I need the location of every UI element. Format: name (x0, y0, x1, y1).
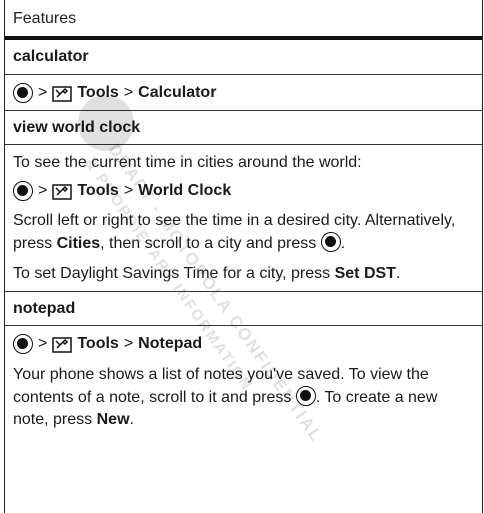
section-notepad-title: notepad (5, 291, 482, 326)
notepad-paragraph: Your phone shows a list of notes you've … (13, 364, 474, 431)
center-select-key-icon (13, 181, 33, 201)
tools-icon (52, 184, 73, 200)
nav-tools-label: Tools (77, 182, 119, 199)
section-world-clock-title: view world clock (5, 111, 482, 145)
world-clock-scroll-paragraph: Scroll left or right to see the time in … (13, 210, 474, 255)
nav-target-label: Notepad (138, 335, 203, 352)
text-run: . (129, 411, 134, 428)
world-clock-body: To see the current time in cities around… (5, 145, 482, 291)
notepad-nav-path: > Tools > Notepad (13, 326, 474, 362)
nav-separator: > (38, 83, 48, 101)
center-select-key-icon (320, 232, 341, 252)
world-clock-title: view world clock (13, 118, 141, 136)
calculator-nav-row: > Tools > Calculator (5, 75, 482, 111)
calculator-nav-path: > Tools > Calculator (13, 75, 474, 110)
text-run: . (395, 265, 401, 282)
center-select-key-icon (295, 386, 316, 406)
nav-tools-label: Tools (77, 83, 119, 101)
nav-separator: > (123, 83, 134, 101)
table-header: Features (5, 0, 482, 40)
header-title: Features (13, 10, 77, 27)
nav-target-label: World Clock (138, 182, 232, 199)
center-select-key-icon (13, 82, 33, 103)
nav-separator: > (123, 335, 134, 352)
world-clock-intro: To see the current time in cities around… (13, 154, 362, 171)
nav-separator: > (123, 182, 134, 199)
set-dst-softkey-label: Set DST (334, 265, 396, 282)
world-clock-nav-path: > Tools > World Clock (13, 174, 474, 208)
calculator-title: calculator (13, 48, 89, 65)
nav-separator: > (38, 182, 48, 199)
nav-separator: > (38, 335, 48, 352)
section-calculator-title: calculator (5, 40, 482, 75)
world-clock-dst-paragraph: To set Daylight Savings Time for a city,… (13, 263, 474, 285)
text-run: . (340, 235, 346, 252)
tools-icon (52, 85, 73, 102)
cities-softkey-label: Cities (56, 235, 101, 252)
tools-icon (52, 337, 73, 353)
new-softkey-label: New (96, 411, 130, 428)
notepad-body: > Tools > Notepad Your phone shows a lis… (5, 326, 482, 431)
nav-target-label: Calculator (138, 83, 217, 101)
text-run: , then scroll to a city and press (100, 235, 321, 252)
text-run: To set Daylight Savings Time for a city,… (13, 265, 335, 282)
nav-tools-label: Tools (77, 335, 119, 352)
feature-table: Features calculator > Tools > Calculator… (4, 0, 483, 513)
notepad-title: notepad (13, 299, 76, 317)
center-select-key-icon (13, 334, 33, 354)
